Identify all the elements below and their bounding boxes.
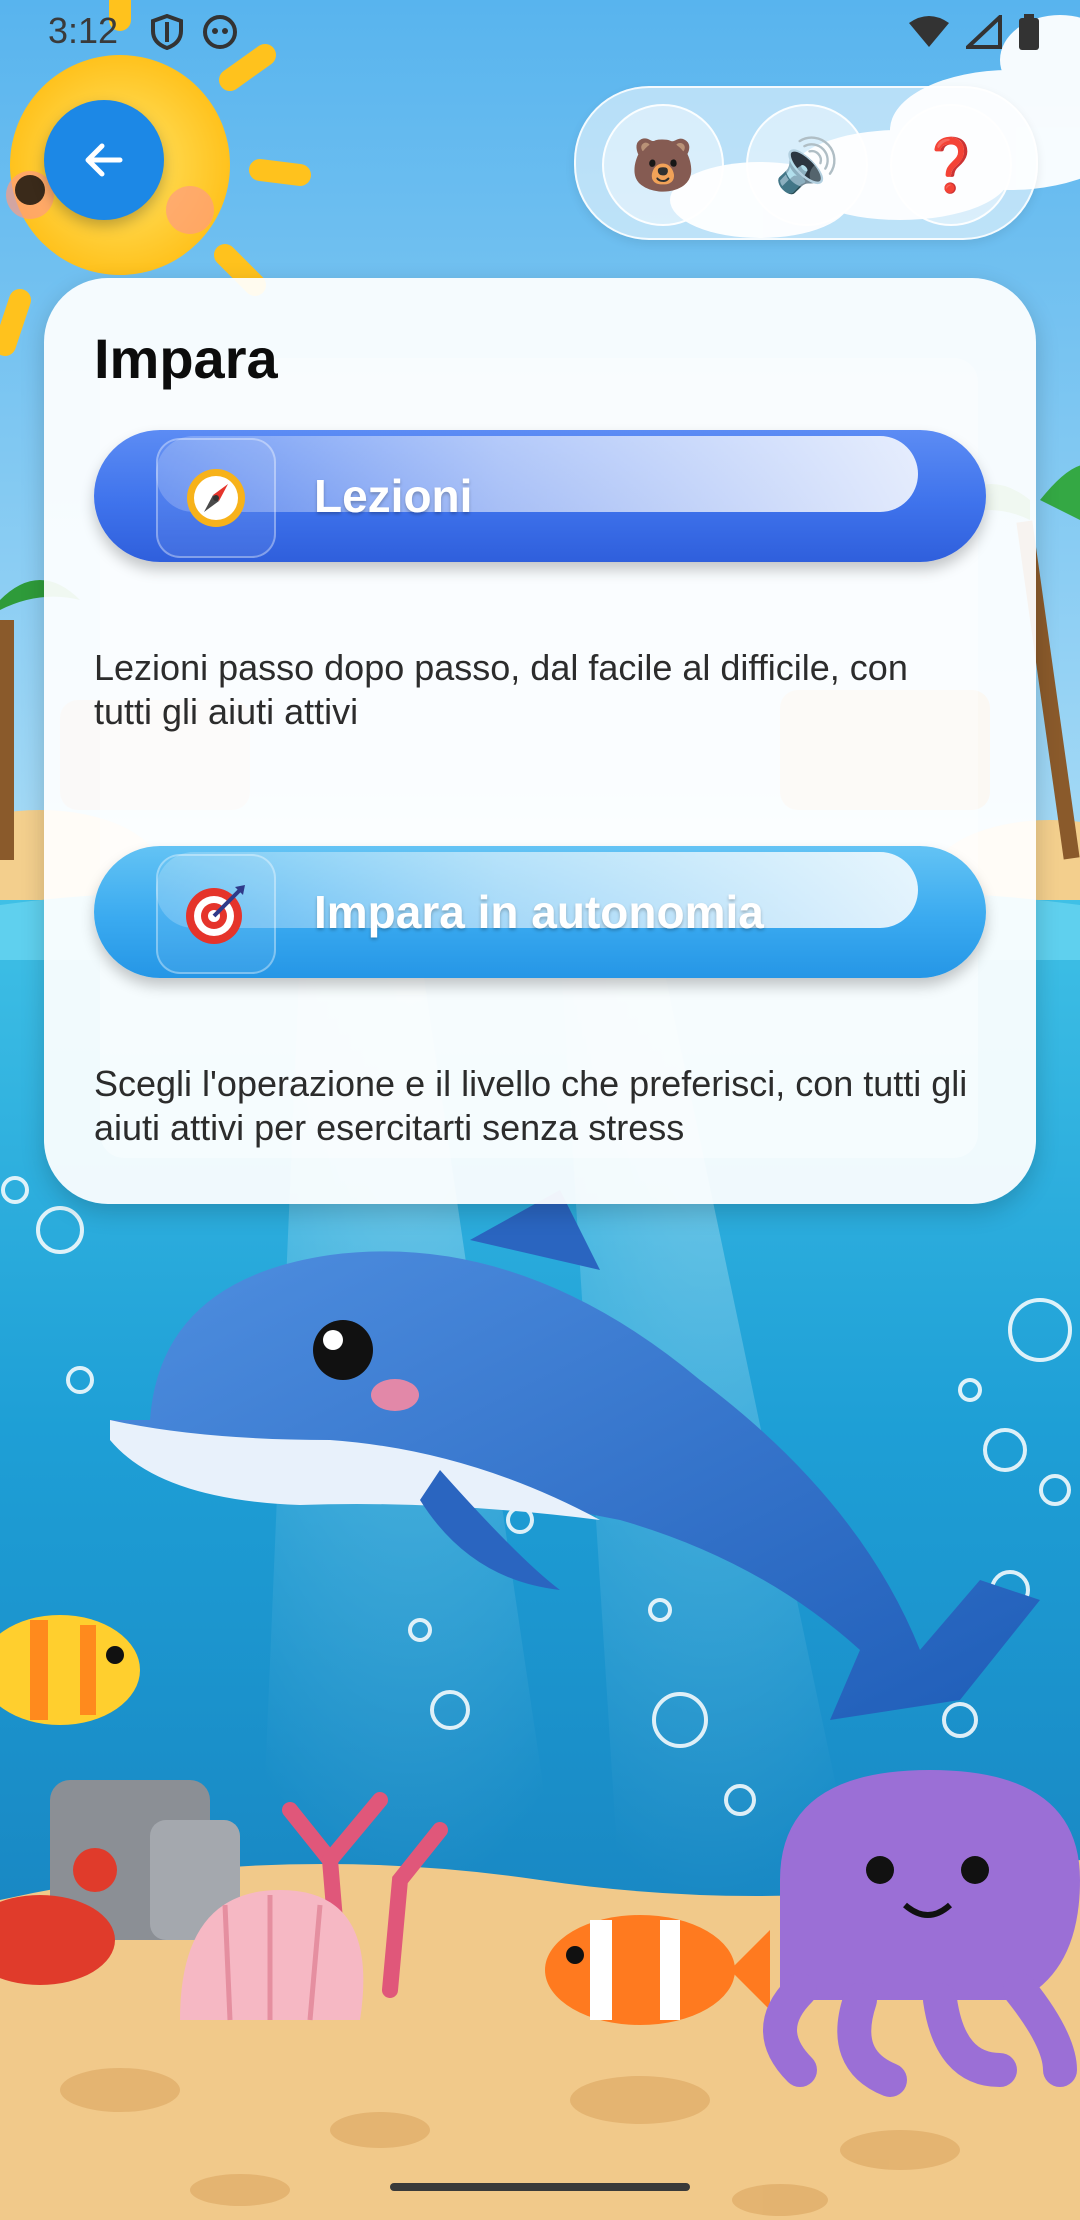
speaker-icon: 🔊 (774, 135, 840, 196)
page-title: Impara (94, 327, 278, 390)
lessons-label: Lezioni (314, 470, 473, 522)
signal-icon (966, 15, 1002, 49)
sound-button[interactable]: 🔊 (746, 104, 868, 226)
face-icon (203, 15, 237, 49)
status-time: 3:12 (48, 10, 119, 51)
target-icon (186, 885, 245, 944)
arrow-left-icon (85, 143, 123, 177)
self-learning-description: Scegli l'operazione e il livello che pre… (94, 1063, 968, 1148)
back-button[interactable] (44, 100, 164, 220)
compass-icon (187, 469, 245, 527)
learn-card: Impara Lezioni Lezioni passo dopo passo,… (44, 278, 1036, 1204)
lessons-button[interactable]: Lezioni (94, 430, 986, 562)
self-learning-button[interactable]: Impara in autonomia (94, 846, 986, 978)
question-mark-icon: ❓ (918, 135, 984, 196)
battery-icon (1019, 14, 1039, 50)
wifi-icon (909, 16, 949, 47)
lessons-description: Lezioni passo dopo passo, dal facile al … (94, 647, 908, 732)
self-learning-label: Impara in autonomia (314, 886, 764, 938)
bear-icon: 🐻 (630, 135, 696, 196)
mascot-button[interactable]: 🐻 (602, 104, 724, 226)
home-indicator[interactable] (390, 2183, 690, 2191)
shield-icon (151, 14, 183, 50)
status-bar: 3:12 (0, 0, 1080, 66)
help-button[interactable]: ❓ (890, 104, 1012, 226)
top-toolbar: 🐻 🔊 ❓ (574, 86, 1038, 240)
